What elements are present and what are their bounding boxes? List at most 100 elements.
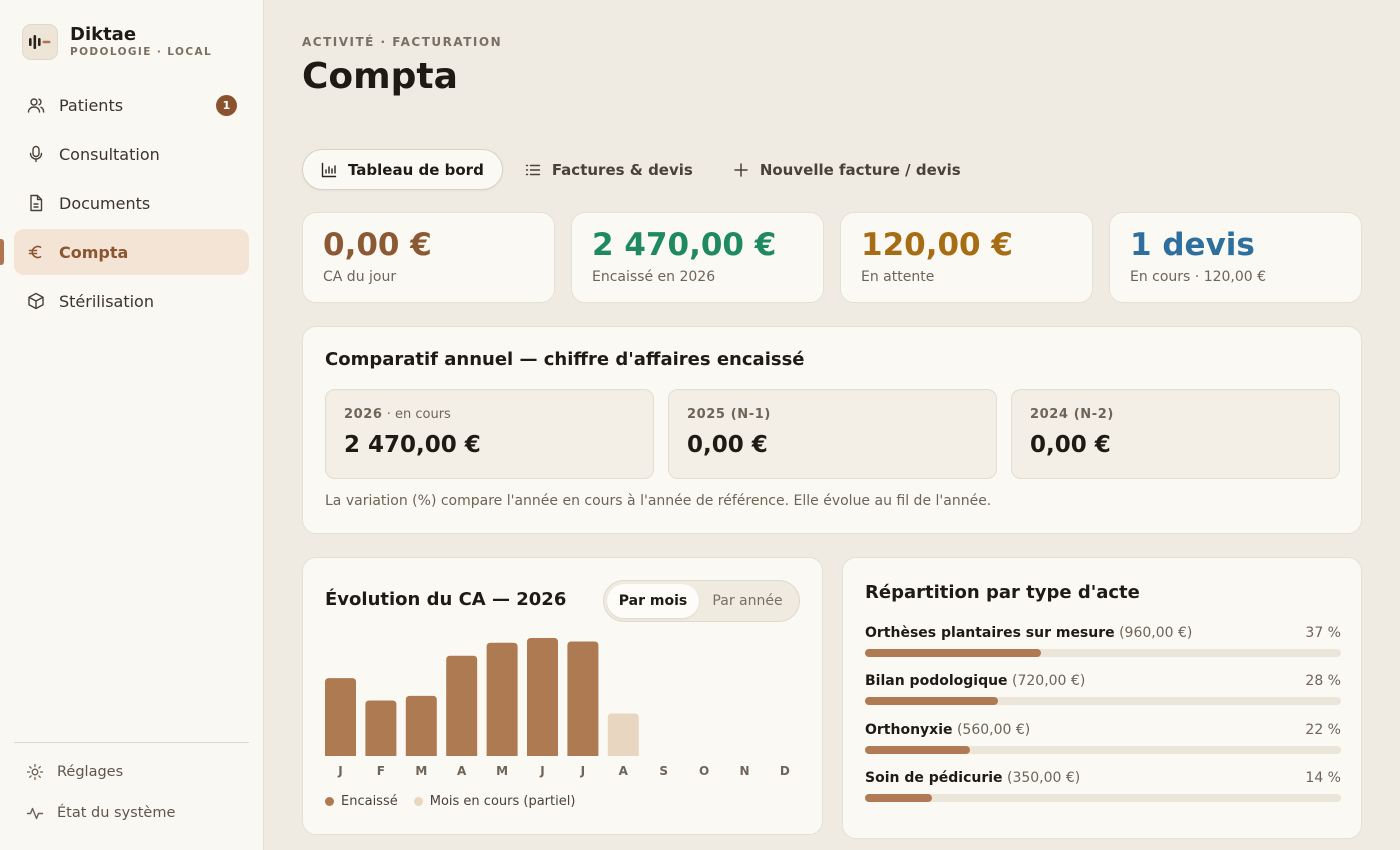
kpi-devis: 1 devis En cours · 120,00 € (1109, 212, 1362, 303)
bar-month (365, 700, 397, 756)
month-tick-label: M (415, 764, 427, 778)
bar-month (527, 638, 558, 756)
bar-month (567, 641, 599, 756)
repartition-row: Bilan podologique (720,00 €) 28 % (865, 673, 1341, 705)
sidebar: Diktae PODOLOGIE · LOCAL Patients 1 Cons… (0, 0, 264, 850)
main-nav: Patients 1 Consultation Documents Compta… (14, 82, 249, 327)
year-box-2025: 2025 (N-1) 0,00 € (668, 389, 997, 479)
kpi-ca-du-jour: 0,00 € CA du jour (302, 212, 555, 303)
card-title: Évolution du CA — 2026 (325, 589, 567, 610)
evolution-ca-card: Évolution du CA — 2026 Par mois Par anné… (302, 557, 823, 835)
year-label: 2026 · en cours (344, 407, 635, 422)
kpi-label: En cours · 120,00 € (1130, 269, 1267, 285)
period-toggle: Par mois Par année (603, 580, 800, 622)
euro-icon (27, 243, 45, 261)
tab-nouvelle-facture[interactable]: Nouvelle facture / devis (715, 149, 979, 190)
bar-month (405, 695, 437, 756)
brand-name: Diktae (70, 24, 137, 45)
list-icon (525, 162, 541, 178)
system-status-link[interactable]: État du système (26, 804, 175, 822)
bar-month (446, 655, 478, 756)
year-box-2026: 2026 · en cours 2 470,00 € (325, 389, 654, 479)
sidebar-item-documents[interactable]: Documents (14, 180, 249, 226)
month-tick-label: A (457, 764, 467, 778)
bar-month (486, 642, 518, 756)
active-nav-indicator (0, 239, 4, 265)
box-icon (27, 292, 45, 310)
toggle-par-mois[interactable]: Par mois (607, 584, 699, 618)
progress-track (865, 697, 1341, 705)
acte-name: Soin de pédicurie (865, 770, 1003, 786)
tab-bar: Tableau de bord Factures & devis Nouvell… (302, 149, 983, 190)
comparatif-note: La variation (%) compare l'année en cour… (325, 493, 992, 509)
sidebar-item-sterilisation[interactable]: Stérilisation (14, 278, 249, 324)
year-label: 2024 (N-2) (1030, 407, 1321, 422)
month-tick-label: J (580, 764, 585, 778)
tab-label: Tableau de bord (348, 160, 484, 179)
legend-dot-paid (325, 797, 334, 806)
waveform-logo-icon (22, 24, 58, 60)
month-tick-label: J (539, 764, 544, 778)
year-comparison: 2026 · en cours 2 470,00 € 2025 (N-1) 0,… (325, 389, 1354, 479)
legend-dot-partial (413, 797, 423, 806)
acte-amount: (720,00 €) (1012, 673, 1086, 689)
kpi-value: 2 470,00 € (592, 227, 777, 263)
acte-name: Orthonyxie (865, 722, 953, 738)
sidebar-item-label: Consultation (59, 144, 160, 164)
month-tick-label: N (739, 764, 749, 778)
repartition-card: Répartition par type d'acte Orthèses pla… (842, 557, 1362, 839)
legend-item-paid: Encaissé (325, 794, 398, 809)
card-title: Comparatif annuel — chiffre d'affaires e… (325, 349, 805, 370)
month-tick-label: S (659, 764, 668, 778)
acte-percent: 22 % (1305, 722, 1341, 738)
sidebar-item-label: Stérilisation (59, 291, 154, 311)
settings-link[interactable]: Réglages (26, 763, 123, 781)
acte-amount: (350,00 €) (1007, 770, 1081, 786)
tab-tableau-de-bord[interactable]: Tableau de bord (302, 149, 503, 190)
document-icon (27, 194, 45, 212)
monthly-revenue-chart: JFMAMJJASOND (325, 638, 790, 778)
legend-label: Encaissé (341, 794, 398, 809)
kpi-value: 120,00 € (861, 227, 1013, 263)
tab-factures-devis[interactable]: Factures & devis (507, 149, 711, 190)
comparatif-annuel-card: Comparatif annuel — chiffre d'affaires e… (302, 326, 1362, 534)
users-icon (27, 96, 45, 114)
sidebar-item-label: Patients (59, 95, 124, 115)
toggle-par-annee[interactable]: Par année (699, 584, 796, 618)
kpi-label: Encaissé en 2026 (592, 269, 716, 285)
progress-fill (865, 746, 970, 754)
chart-legend: Encaissé Mois en cours (partiel) (325, 794, 591, 809)
progress-fill (865, 649, 1042, 657)
kpi-label: CA du jour (323, 269, 397, 285)
sidebar-item-patients[interactable]: Patients 1 (14, 82, 249, 128)
sidebar-item-consultation[interactable]: Consultation (14, 131, 249, 177)
year: 2025 (N-1) (687, 407, 771, 422)
acte-percent: 14 % (1305, 770, 1341, 786)
breadcrumb: ACTIVITÉ · FACTURATION (302, 35, 503, 49)
progress-track (865, 794, 1341, 802)
legend-item-partial: Mois en cours (partiel) (413, 794, 576, 809)
year-label: 2025 (N-1) (687, 407, 978, 422)
acte-name: Bilan podologique (865, 673, 1008, 689)
acte-name: Orthèses plantaires sur mesure (865, 625, 1115, 641)
month-tick-label: M (496, 764, 508, 778)
legend-label: Mois en cours (partiel) (429, 794, 576, 809)
kpi-value: 1 devis (1130, 227, 1255, 263)
acte-percent: 28 % (1305, 673, 1341, 689)
sidebar-item-label: Documents (59, 193, 151, 213)
card-title: Répartition par type d'acte (865, 582, 1140, 603)
year-value: 2 470,00 € (344, 432, 481, 458)
kpi-encaisse: 2 470,00 € Encaissé en 2026 (571, 212, 824, 303)
year-suffix: · en cours (382, 407, 451, 422)
acte-percent: 37 % (1305, 625, 1341, 641)
month-tick-label: D (780, 764, 790, 778)
month-tick-label: A (619, 764, 629, 778)
tab-label: Nouvelle facture / devis (759, 160, 961, 179)
sidebar-item-compta[interactable]: Compta (14, 229, 249, 275)
repartition-row: Orthèses plantaires sur mesure (960,00 €… (865, 625, 1341, 657)
plus-icon (733, 162, 749, 178)
patients-count-badge: 1 (216, 94, 237, 116)
repartition-row: Soin de pédicurie (350,00 €) 14 % (865, 770, 1341, 802)
progress-fill (865, 794, 932, 802)
month-tick-label: O (699, 764, 709, 778)
